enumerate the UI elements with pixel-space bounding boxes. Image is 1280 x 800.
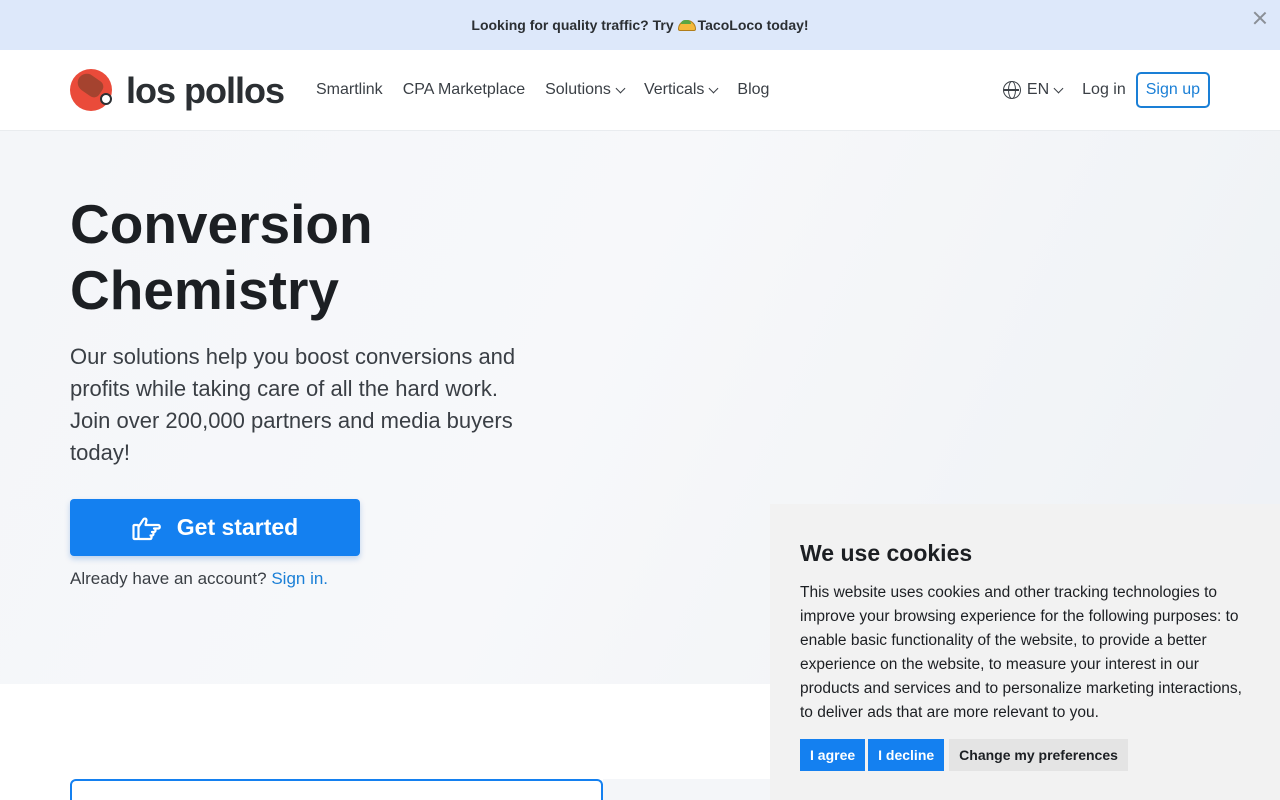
thumb-pointing-icon xyxy=(132,516,161,540)
get-started-label: Get started xyxy=(176,514,299,540)
chevron-down-icon xyxy=(708,83,719,93)
hero-title: Conversion Chemistry xyxy=(70,193,373,321)
login-link[interactable]: Log in xyxy=(1082,81,1126,99)
nav-right: EN Log in Sign up xyxy=(1002,72,1210,108)
hero-subtitle: Our solutions help you boost conversions… xyxy=(70,344,516,465)
nav-link-label: CPA Marketplace xyxy=(402,81,526,98)
nav-link-cpa-marketplace[interactable]: CPA Marketplace xyxy=(403,81,525,99)
close-icon[interactable] xyxy=(1252,10,1268,26)
cookie-body: This website uses cookies and other trac… xyxy=(800,584,1242,721)
navbar: los pollos Smartlink CPA Marketplace Sol… xyxy=(0,50,1280,131)
signup-button[interactable]: Sign up xyxy=(1135,72,1210,108)
cookie-decline-button[interactable]: I decline xyxy=(868,739,945,771)
content-card xyxy=(70,779,603,800)
nav-link-smartlink[interactable]: Smartlink xyxy=(316,81,383,99)
cookie-title: We use cookies xyxy=(800,540,973,566)
get-started-button[interactable]: Get started xyxy=(70,499,360,556)
promo-text-before: Looking for quality traffic? Try xyxy=(471,17,674,33)
account-prompt: Already have an account? Sign in. xyxy=(70,569,328,589)
cookie-agree-button[interactable]: I agree xyxy=(800,739,866,771)
promo-bar: Looking for quality traffic? Try TacoLoc… xyxy=(0,0,1280,50)
nav-dropdown-solutions[interactable]: Solutions xyxy=(545,81,626,99)
cookie-buttons: I agree I decline Change my preferences xyxy=(800,739,1250,771)
nav-link-label: Smartlink xyxy=(316,81,383,98)
promo-link-tacoloco[interactable]: TacoLoco today! xyxy=(698,17,809,33)
language-selector[interactable]: EN xyxy=(1002,81,1064,99)
nav-links: Smartlink CPA Marketplace Solutions Vert… xyxy=(316,50,789,130)
logo-text: los pollos xyxy=(126,70,285,111)
globe-icon xyxy=(1002,81,1021,99)
chevron-down-icon xyxy=(1053,83,1064,93)
logo[interactable]: los pollos xyxy=(70,69,285,113)
nav-link-blog[interactable]: Blog xyxy=(737,81,769,99)
nav-link-label: Solutions xyxy=(545,81,611,98)
language-label: EN xyxy=(1026,81,1050,98)
logo-drumstick-icon xyxy=(70,69,120,113)
nav-link-label: Blog xyxy=(737,81,770,98)
nav-dropdown-verticals[interactable]: Verticals xyxy=(643,81,719,99)
account-prompt-text: Already have an account? xyxy=(70,569,267,588)
chevron-down-icon xyxy=(615,83,626,93)
taco-icon xyxy=(677,19,696,31)
nav-link-label: Verticals xyxy=(643,81,705,98)
sign-in-link[interactable]: Sign in. xyxy=(271,569,328,588)
cookie-preferences-button[interactable]: Change my preferences xyxy=(949,739,1128,771)
cookie-banner: We use cookies This website uses cookies… xyxy=(770,504,1280,800)
